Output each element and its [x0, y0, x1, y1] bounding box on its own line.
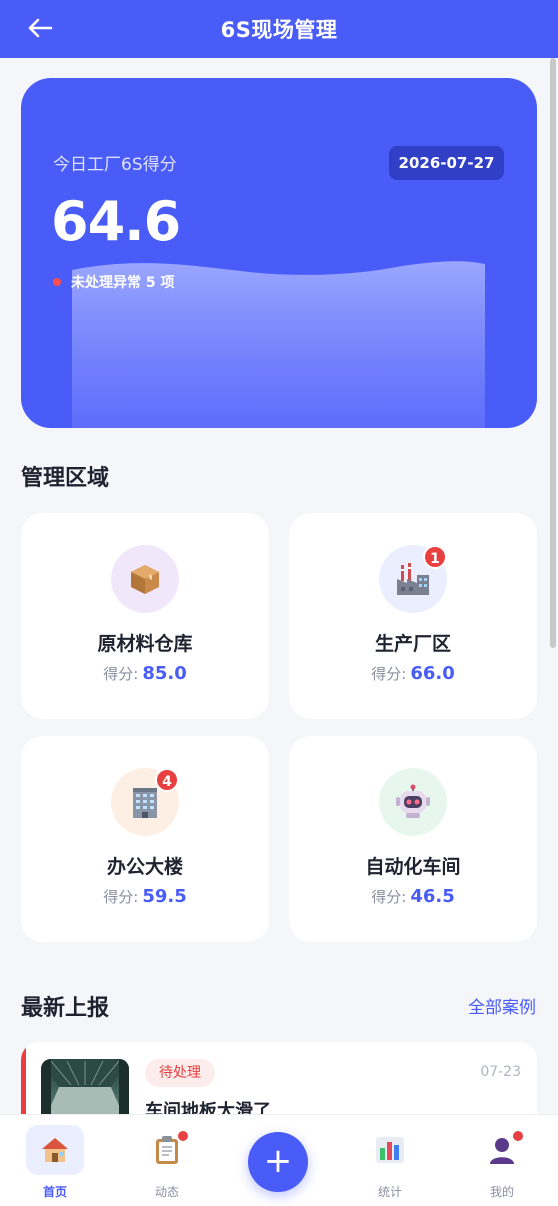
user-icon — [473, 1125, 531, 1175]
zone-score: 得分: 66.0 — [371, 663, 455, 684]
tab-statistics[interactable]: 统计 — [360, 1125, 420, 1201]
tab-label: 统计 — [377, 1185, 402, 1199]
all-cases-link[interactable]: 全部案例 — [468, 993, 536, 1018]
status-badge: 待处理 — [145, 1059, 215, 1087]
zone-score: 得分: 46.5 — [371, 886, 455, 907]
reports-section-title: 最新上报 — [21, 996, 110, 1021]
tab-label: 我的 — [489, 1185, 514, 1199]
notification-dot — [513, 1131, 523, 1141]
house-icon — [26, 1125, 84, 1175]
factory-score-value: 64.6 — [51, 190, 181, 253]
add-report-button[interactable]: + — [248, 1132, 308, 1192]
page-title: 6S现场管理 — [220, 18, 338, 42]
notification-badge: 1 — [423, 545, 447, 569]
notification-dot — [178, 1131, 188, 1141]
tab-activity[interactable]: 动态 — [137, 1125, 197, 1201]
pending-alert[interactable]: 未处理异常 5 项 — [53, 272, 175, 292]
top-bar: 6S现场管理 — [0, 0, 558, 58]
zone-name: 生产厂区 — [374, 633, 451, 655]
tab-label: 首页 — [42, 1185, 67, 1199]
zone-card-automation-workshop[interactable]: 自动化车间 得分: 46.5 — [289, 736, 537, 942]
notification-badge: 4 — [155, 768, 179, 792]
tab-home[interactable]: 首页 — [25, 1125, 85, 1201]
factory-score-card: 今日工厂6S得分 2026-07-27 64.6 未处理异常 5 项 — [21, 78, 537, 428]
arrow-left-icon[interactable] — [26, 12, 56, 44]
zone-card-raw-material-warehouse[interactable]: 原材料仓库 得分: 85.0 — [21, 513, 269, 719]
tab-label: 动态 — [154, 1185, 179, 1199]
zone-name: 办公大楼 — [106, 856, 183, 878]
tab-profile[interactable]: 我的 — [472, 1125, 532, 1201]
robot-icon — [379, 768, 447, 836]
package-box-icon — [111, 545, 179, 613]
zone-score: 得分: 85.0 — [103, 663, 187, 684]
zone-card-office-building[interactable]: 4 办公大楼 得分: 59.5 — [21, 736, 269, 942]
zone-name: 原材料仓库 — [97, 633, 193, 655]
date-badge[interactable]: 2026-07-27 — [389, 146, 504, 180]
score-label: 今日工厂6S得分 — [53, 155, 177, 175]
zone-score: 得分: 59.5 — [103, 886, 187, 907]
zones-section-title: 管理区域 — [21, 466, 110, 491]
report-date: 07-23 — [480, 1064, 521, 1080]
bar-chart-icon — [361, 1125, 419, 1175]
clipboard-icon — [138, 1125, 196, 1175]
scrollbar[interactable] — [550, 58, 556, 648]
zone-name: 自动化车间 — [365, 856, 461, 878]
alert-dot-icon — [53, 278, 61, 286]
zone-card-production-area[interactable]: 1 生产厂区 得分: 66.0 — [289, 513, 537, 719]
pending-alert-text: 未处理异常 5 项 — [71, 275, 175, 291]
